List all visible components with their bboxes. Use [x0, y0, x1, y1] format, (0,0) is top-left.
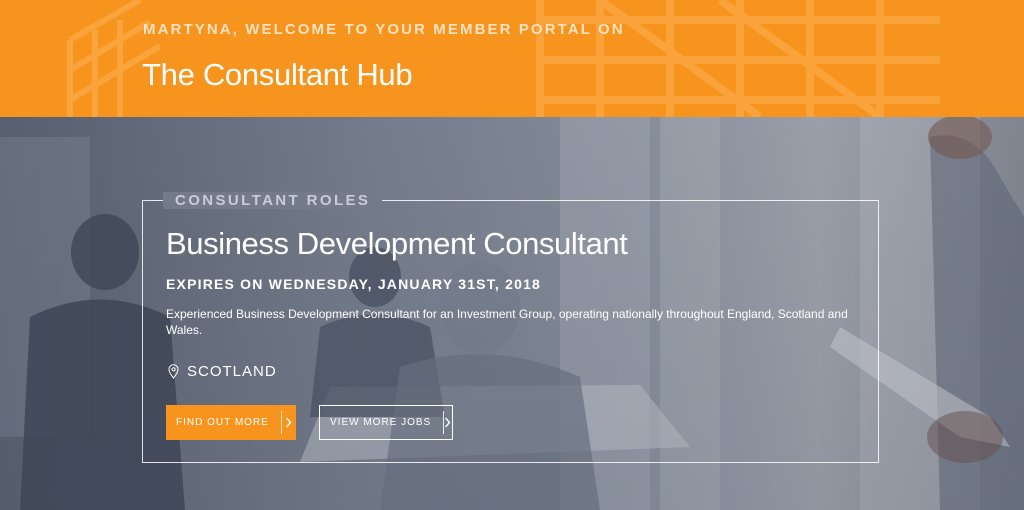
chevron-right-icon — [281, 417, 296, 428]
map-pin-icon — [168, 363, 179, 379]
chevron-right-icon — [444, 417, 452, 428]
location-label: SCOTLAND — [187, 362, 277, 380]
portal-header: MARTYNA, WELCOME TO YOUR MEMBER PORTAL O… — [0, 0, 1024, 117]
job-title: Business Development Consultant — [166, 226, 628, 261]
job-description: Experienced Business Development Consult… — [166, 307, 848, 337]
site-title: The Consultant Hub — [142, 57, 413, 92]
view-more-jobs-label: VIEW MORE JOBS — [330, 417, 432, 428]
find-out-more-button[interactable]: FIND OUT MORE — [166, 405, 296, 440]
view-more-jobs-button[interactable]: VIEW MORE JOBS — [319, 405, 453, 440]
section-label: CONSULTANT ROLES — [163, 192, 383, 209]
expiry-date: EXPIRES ON WEDNESDAY, JANUARY 31ST, 2018 — [166, 276, 542, 292]
job-location: SCOTLAND — [168, 362, 277, 380]
find-out-more-label: FIND OUT MORE — [176, 417, 269, 428]
welcome-message: MARTYNA, WELCOME TO YOUR MEMBER PORTAL O… — [143, 21, 625, 38]
